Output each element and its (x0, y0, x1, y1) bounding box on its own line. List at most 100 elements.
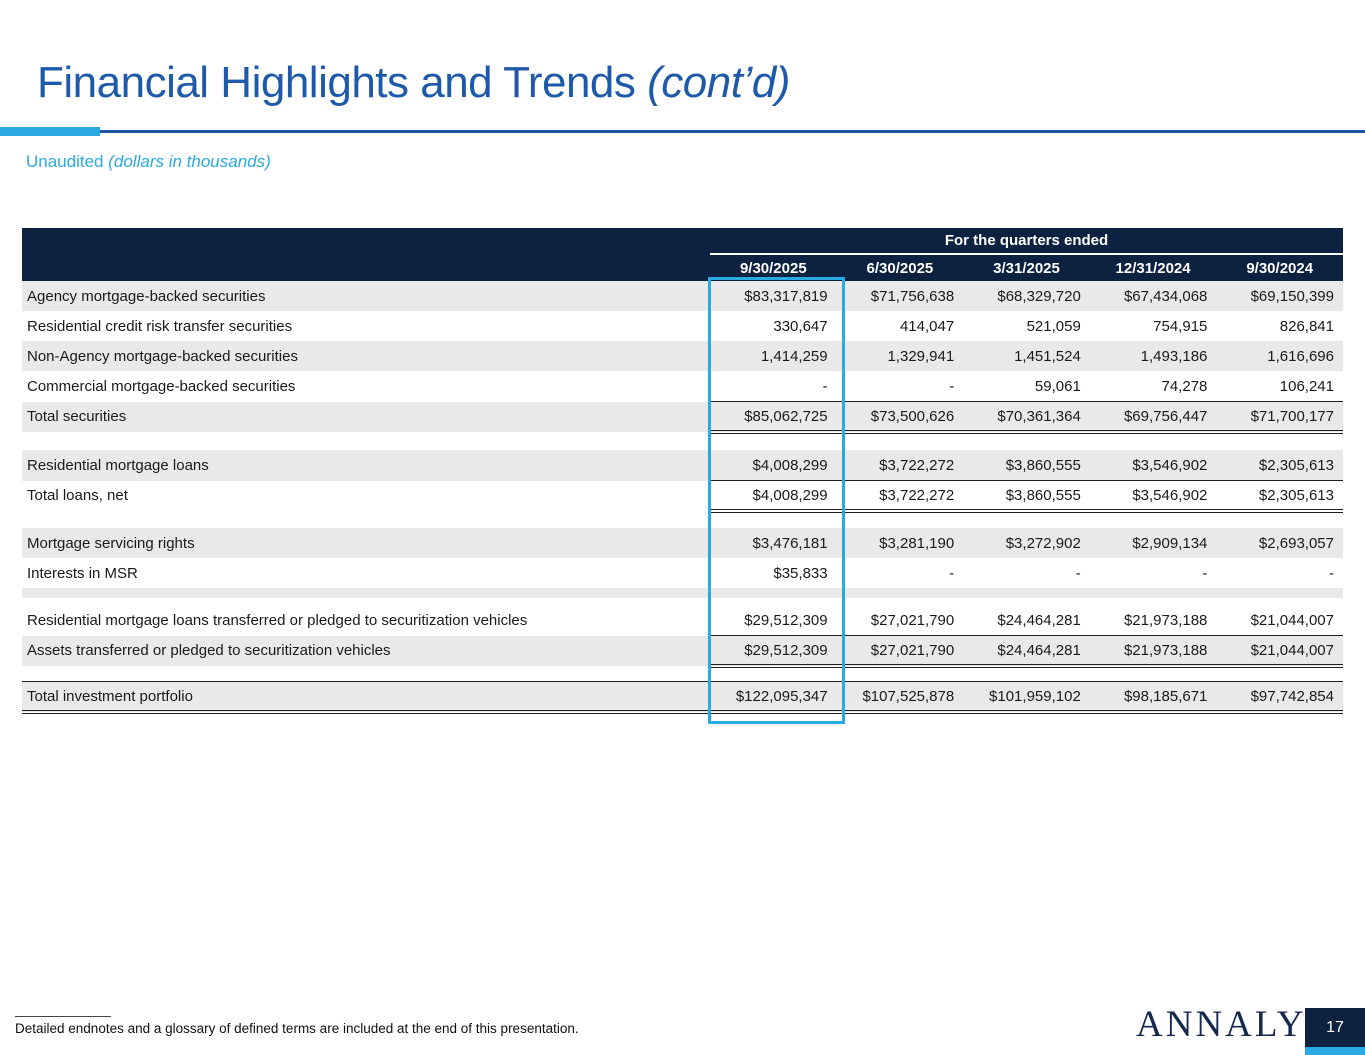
cell: $3,272,902 (963, 528, 1090, 558)
cell: $3,860,555 (963, 480, 1090, 513)
title-cont-text: (cont’d) (647, 58, 790, 107)
cell: $67,434,068 (1089, 281, 1217, 311)
row-label: Total securities (22, 401, 711, 432)
header-spacer (22, 254, 711, 281)
financial-table: For the quarters ended 9/30/2025 6/30/20… (22, 228, 1343, 724)
row-label: Total loans, net (22, 480, 711, 511)
cell: $4,008,299 (710, 450, 837, 481)
cell: $29,512,309 (710, 605, 837, 636)
cell: $68,329,720 (963, 281, 1090, 311)
cell: 74,278 (1089, 371, 1217, 402)
spacer-row (22, 598, 1343, 605)
spacer-row (22, 666, 1343, 682)
title-divider (0, 127, 1365, 137)
cell: $35,833 (710, 558, 837, 588)
cell: $73,500,626 (836, 401, 964, 434)
cell: $101,959,102 (963, 681, 1090, 714)
table-row: Commercial mortgage-backed securities - … (22, 371, 1343, 402)
cell: $3,546,902 (1089, 450, 1217, 481)
table-row-total-loans: Total loans, net $4,008,299 $3,722,272 $… (22, 480, 1343, 513)
row-label: Non-Agency mortgage-backed securities (22, 341, 711, 371)
group-header: For the quarters ended (710, 228, 1343, 255)
cell: $2,305,613 (1216, 450, 1343, 481)
cell: $3,722,272 (836, 450, 964, 481)
cell: $21,044,007 (1216, 635, 1343, 668)
column-header-q4: 12/31/2024 (1089, 254, 1217, 281)
row-label: Total investment portfolio (22, 681, 711, 714)
column-header-q5: 9/30/2024 (1216, 254, 1343, 281)
cell: $24,464,281 (963, 605, 1090, 636)
page-title: Financial Highlights and Trends (cont’d) (37, 58, 790, 108)
logo-wordmark: ANNALY (1136, 1004, 1307, 1045)
cell: $2,909,134 (1089, 528, 1217, 558)
table-row-assets-transferred: Assets transferred or pledged to securit… (22, 635, 1343, 668)
cell: - (1089, 558, 1217, 588)
row-label: Assets transferred or pledged to securit… (22, 635, 711, 666)
column-header-q3: 3/31/2025 (963, 254, 1090, 281)
table-row: Agency mortgage-backed securities $83,31… (22, 281, 1343, 311)
divider-accent-bar (0, 127, 100, 136)
cell: $29,512,309 (710, 635, 837, 668)
cell: $69,756,447 (1089, 401, 1217, 434)
cell: $2,305,613 (1216, 480, 1343, 513)
cell: 1,616,696 (1216, 341, 1343, 371)
cell: 1,329,941 (836, 341, 964, 371)
cell: $3,281,190 (836, 528, 964, 558)
table-row: Residential credit risk transfer securit… (22, 311, 1343, 341)
cell: $2,693,057 (1216, 528, 1343, 558)
cell: $3,860,555 (963, 450, 1090, 481)
column-header-q1: 9/30/2025 (710, 254, 837, 281)
subtitle-prefix: Unaudited (26, 152, 109, 171)
page-number: 17 (1326, 1018, 1344, 1036)
cell: $71,700,177 (1216, 401, 1343, 434)
cell: - (1216, 558, 1343, 588)
group-header-row: For the quarters ended (22, 228, 1343, 255)
spacer-row-shaded (22, 588, 1343, 598)
divider-line (100, 130, 1365, 133)
cell: 754,915 (1089, 311, 1217, 341)
cell: $107,525,878 (836, 681, 964, 714)
cell: $3,546,902 (1089, 480, 1217, 513)
row-label: Residential mortgage loans (22, 450, 711, 481)
cell: $4,008,299 (710, 480, 837, 513)
cell: $98,185,671 (1089, 681, 1217, 714)
cell: 1,451,524 (963, 341, 1090, 371)
cell: 521,059 (963, 311, 1090, 341)
row-label: Mortgage servicing rights (22, 528, 711, 558)
cell: $21,044,007 (1216, 605, 1343, 636)
cell: $70,361,364 (963, 401, 1090, 434)
cell: - (963, 558, 1090, 588)
table-row-total-portfolio: Total investment portfolio $122,095,347 … (22, 681, 1343, 714)
table-row: Interests in MSR $35,833 - - - - (22, 558, 1343, 588)
row-label: Residential mortgage loans transferred o… (22, 605, 711, 636)
row-label: Agency mortgage-backed securities (22, 281, 711, 311)
page-number-accent-strip (1305, 1047, 1365, 1055)
cell: $97,742,854 (1216, 681, 1343, 714)
table-row: Residential mortgage loans $4,008,299 $3… (22, 450, 1343, 481)
table-row: Mortgage servicing rights $3,476,181 $3,… (22, 528, 1343, 558)
spacer-row (22, 432, 1343, 450)
footnote-text: Detailed endnotes and a glossary of defi… (15, 1021, 579, 1036)
page-number-badge: 17 (1305, 1008, 1365, 1047)
column-header-q2: 6/30/2025 (836, 254, 964, 281)
cell: $21,973,188 (1089, 605, 1217, 636)
cell: 1,493,186 (1089, 341, 1217, 371)
cell: $27,021,790 (836, 635, 964, 668)
cell: $69,150,399 (1216, 281, 1343, 311)
row-label: Residential credit risk transfer securit… (22, 311, 711, 341)
cell: 826,841 (1216, 311, 1343, 341)
row-label: Commercial mortgage-backed securities (22, 371, 711, 402)
row-label: Interests in MSR (22, 558, 711, 588)
cell: $71,756,638 (836, 281, 964, 311)
cell: 414,047 (836, 311, 964, 341)
cell: 330,647 (710, 311, 837, 341)
cell: $83,317,819 (710, 281, 837, 311)
cell: $3,476,181 (710, 528, 837, 558)
table-row: Residential mortgage loans transferred o… (22, 605, 1343, 636)
subtitle: Unaudited (dollars in thousands) (26, 152, 271, 172)
column-header-row: 9/30/2025 6/30/2025 3/31/2025 12/31/2024… (22, 254, 1343, 281)
cell: 1,414,259 (710, 341, 837, 371)
footnote-divider (15, 1016, 111, 1017)
cell: - (710, 371, 837, 402)
table-row-total-securities: Total securities $85,062,725 $73,500,626… (22, 401, 1343, 434)
